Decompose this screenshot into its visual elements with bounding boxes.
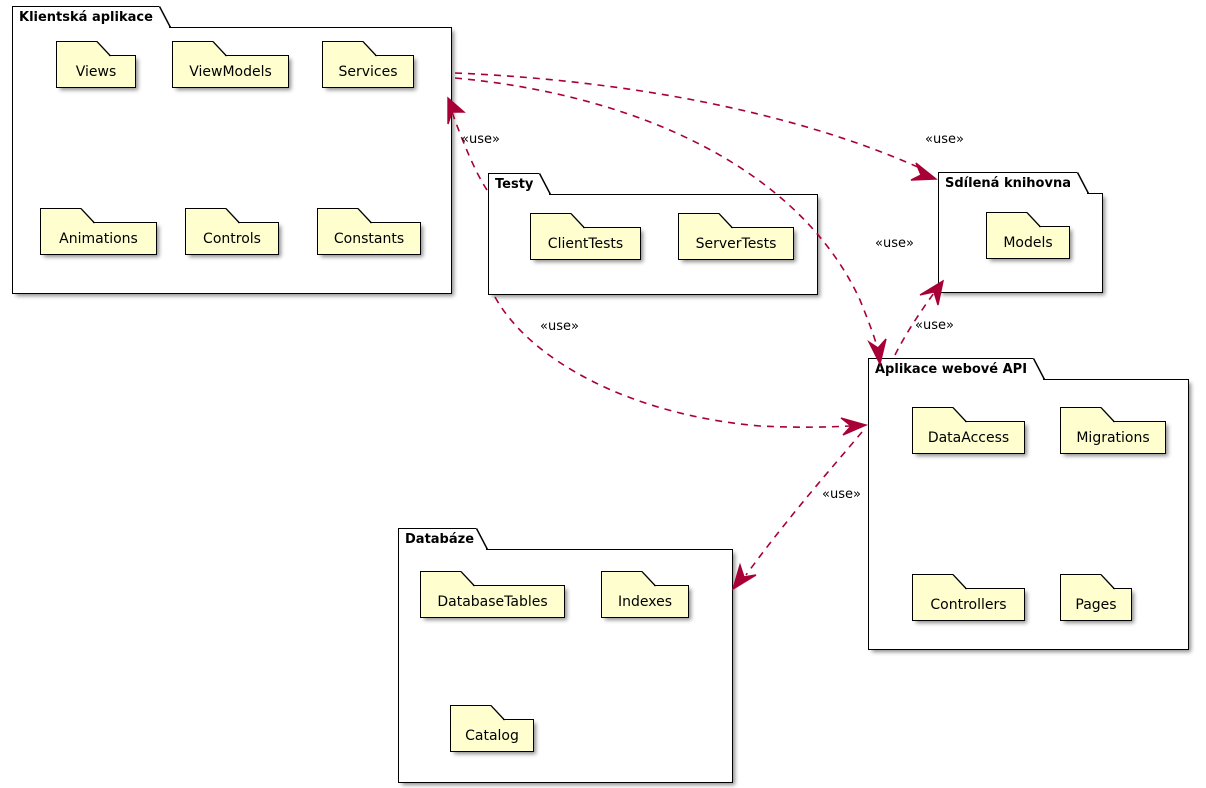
node-databasetables-label: DatabaseTables	[437, 593, 548, 610]
node-indexes-label: Indexes	[617, 593, 673, 610]
node-dataaccess-label: DataAccess	[927, 429, 1010, 446]
use-label-client-to-shared: «use»	[925, 132, 964, 147]
uml-package-diagram: Klientská aplikace Views ViewModels Serv…	[0, 0, 1206, 788]
dependency-tests-to-client-line	[451, 111, 488, 191]
node-databasetables-body: DatabaseTables	[420, 585, 565, 618]
package-webapi-title: Aplikace webové API	[875, 362, 1028, 377]
node-views-label: Views	[75, 63, 117, 80]
package-webapi-tab: Aplikace webové API	[868, 358, 1044, 380]
use-label-webapi-to-database: «use»	[822, 487, 861, 502]
node-servertests-label: ServerTests	[695, 235, 777, 252]
package-shared[interactable]: Sdílená knihovna Models	[938, 172, 1103, 293]
node-migrations-label: Migrations	[1076, 429, 1150, 446]
node-controllers-label: Controllers	[930, 596, 1007, 613]
dependency-tests-to-webapi-line	[494, 296, 851, 428]
node-models-label: Models	[1003, 234, 1053, 251]
node-constants-label: Constants	[333, 230, 405, 247]
package-database-tab: Databáze	[398, 528, 487, 550]
dependency-tests-to-webapi	[494, 296, 869, 436]
dependency-client-to-shared	[454, 72, 938, 181]
node-pages-label: Pages	[1075, 596, 1117, 613]
dependency-webapi-to-database-arrowhead	[731, 562, 757, 591]
node-pages-body: Pages	[1060, 588, 1132, 621]
node-indexes-body: Indexes	[601, 585, 689, 618]
use-label-tests-to-webapi: «use»	[540, 319, 579, 334]
node-services-label: Services	[338, 63, 398, 80]
use-label-webapi-to-shared: «use»	[915, 318, 954, 333]
package-database-title: Databáze	[405, 532, 475, 547]
node-catalog-label: Catalog	[465, 727, 519, 744]
dependency-webapi-to-database-line	[745, 431, 863, 576]
node-catalog-body: Catalog	[450, 719, 534, 752]
node-viewmodels-body: ViewModels	[172, 55, 289, 88]
package-tests[interactable]: Testy ClientTests ServerTests	[488, 173, 818, 295]
node-clienttests-body: ClientTests	[530, 227, 641, 260]
package-client-title: Klientská aplikace	[19, 10, 153, 25]
node-controllers-body: Controllers	[912, 588, 1025, 621]
use-label-client-to-webapi: «use»	[875, 236, 914, 251]
node-constants-body: Constants	[317, 222, 421, 255]
node-servertests-body: ServerTests	[678, 227, 794, 260]
dependency-webapi-to-database	[731, 431, 863, 591]
package-webapi[interactable]: Aplikace webové API DataAccess Migration…	[868, 358, 1189, 650]
node-viewmodels-label: ViewModels	[189, 63, 272, 80]
dependency-client-to-shared-line	[454, 72, 921, 169]
node-controls-label: Controls	[203, 230, 261, 247]
node-controls-body: Controls	[185, 222, 279, 255]
node-clienttests-label: ClientTests	[547, 235, 624, 252]
node-views-body: Views	[56, 55, 136, 88]
package-tests-title: Testy	[495, 177, 534, 192]
dependency-tests-to-webapi-arrowhead	[840, 417, 869, 436]
use-label-tests-to-client: «use»	[461, 132, 500, 147]
node-models-body: Models	[986, 226, 1070, 259]
package-client-tab: Klientská aplikace	[12, 6, 170, 28]
node-dataaccess-body: DataAccess	[912, 421, 1025, 454]
package-client[interactable]: Klientská aplikace Views ViewModels Serv…	[12, 6, 452, 294]
package-shared-tab: Sdílená knihovna	[938, 172, 1088, 194]
package-database[interactable]: Databáze DatabaseTables Indexes Catalog	[398, 528, 733, 783]
node-animations-label: Animations	[59, 230, 138, 247]
node-migrations-body: Migrations	[1060, 421, 1166, 454]
package-tests-tab: Testy	[488, 173, 550, 195]
node-services-body: Services	[322, 55, 414, 88]
package-shared-title: Sdílená knihovna	[945, 176, 1071, 191]
node-animations-body: Animations	[40, 222, 157, 255]
dependency-client-to-shared-arrowhead	[910, 162, 938, 181]
